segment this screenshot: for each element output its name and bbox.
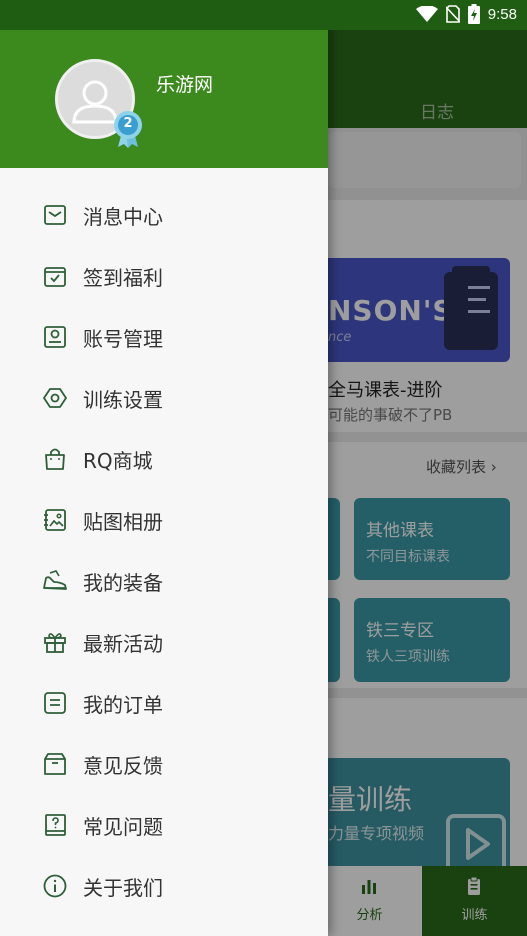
menu-item-gear[interactable]: 我的装备 xyxy=(0,550,328,611)
menu-label: 意见反馈 xyxy=(83,754,163,778)
shoe-icon xyxy=(43,570,67,590)
username[interactable]: 乐游网 xyxy=(156,70,213,97)
menu-item-events[interactable]: 最新活动 xyxy=(0,611,328,672)
calendar-check-icon xyxy=(44,267,66,287)
menu-item-feedback[interactable]: 意见反馈 xyxy=(0,733,328,794)
menu-item-orders[interactable]: 我的订单 xyxy=(0,672,328,733)
menu-label: 我的订单 xyxy=(83,693,163,717)
menu-item-checkin[interactable]: 签到福利 xyxy=(0,245,328,306)
menu-label: 关于我们 xyxy=(83,876,163,900)
hexagon-settings-icon xyxy=(43,388,67,408)
menu-label: 账号管理 xyxy=(83,327,163,351)
order-list-icon xyxy=(44,692,66,714)
navigation-drawer: 2 乐游网 消息中心 签到福利 账号管理 训练设置 RQ商城 贴图相册 我的装备… xyxy=(0,0,328,936)
level-badge-icon: 2 xyxy=(112,110,144,148)
no-sim-icon xyxy=(445,5,460,23)
menu-item-training-settings[interactable]: 训练设置 xyxy=(0,367,328,428)
menu-label: 我的装备 xyxy=(83,571,163,595)
status-bar: 9:58 xyxy=(0,0,527,30)
feedback-box-icon xyxy=(44,753,66,775)
gift-icon xyxy=(44,633,66,653)
info-icon xyxy=(43,874,67,898)
wifi-icon xyxy=(415,6,438,22)
level-number: 2 xyxy=(123,116,133,131)
clock: 9:58 xyxy=(487,5,517,23)
menu-item-account[interactable]: 账号管理 xyxy=(0,306,328,367)
menu-item-faq[interactable]: 常见问题 xyxy=(0,794,328,855)
menu-label: 训练设置 xyxy=(83,388,163,412)
faq-book-icon xyxy=(45,814,66,836)
menu-item-album[interactable]: 贴图相册 xyxy=(0,489,328,550)
id-card-icon xyxy=(44,326,66,348)
envelope-icon xyxy=(44,205,66,225)
menu-label: 签到福利 xyxy=(83,266,163,290)
menu-label: RQ商城 xyxy=(83,449,153,473)
shopping-bag-icon xyxy=(45,448,65,470)
menu-label: 贴图相册 xyxy=(83,510,163,534)
menu-label: 最新活动 xyxy=(83,632,163,656)
menu-label: 常见问题 xyxy=(83,815,163,839)
photo-album-icon xyxy=(44,509,66,531)
battery-charging-icon xyxy=(467,4,480,24)
menu-item-messages[interactable]: 消息中心 xyxy=(0,184,328,245)
menu-label: 消息中心 xyxy=(83,205,163,229)
menu-item-shop[interactable]: RQ商城 xyxy=(0,428,328,489)
menu-item-about[interactable]: 关于我们 xyxy=(0,855,328,916)
